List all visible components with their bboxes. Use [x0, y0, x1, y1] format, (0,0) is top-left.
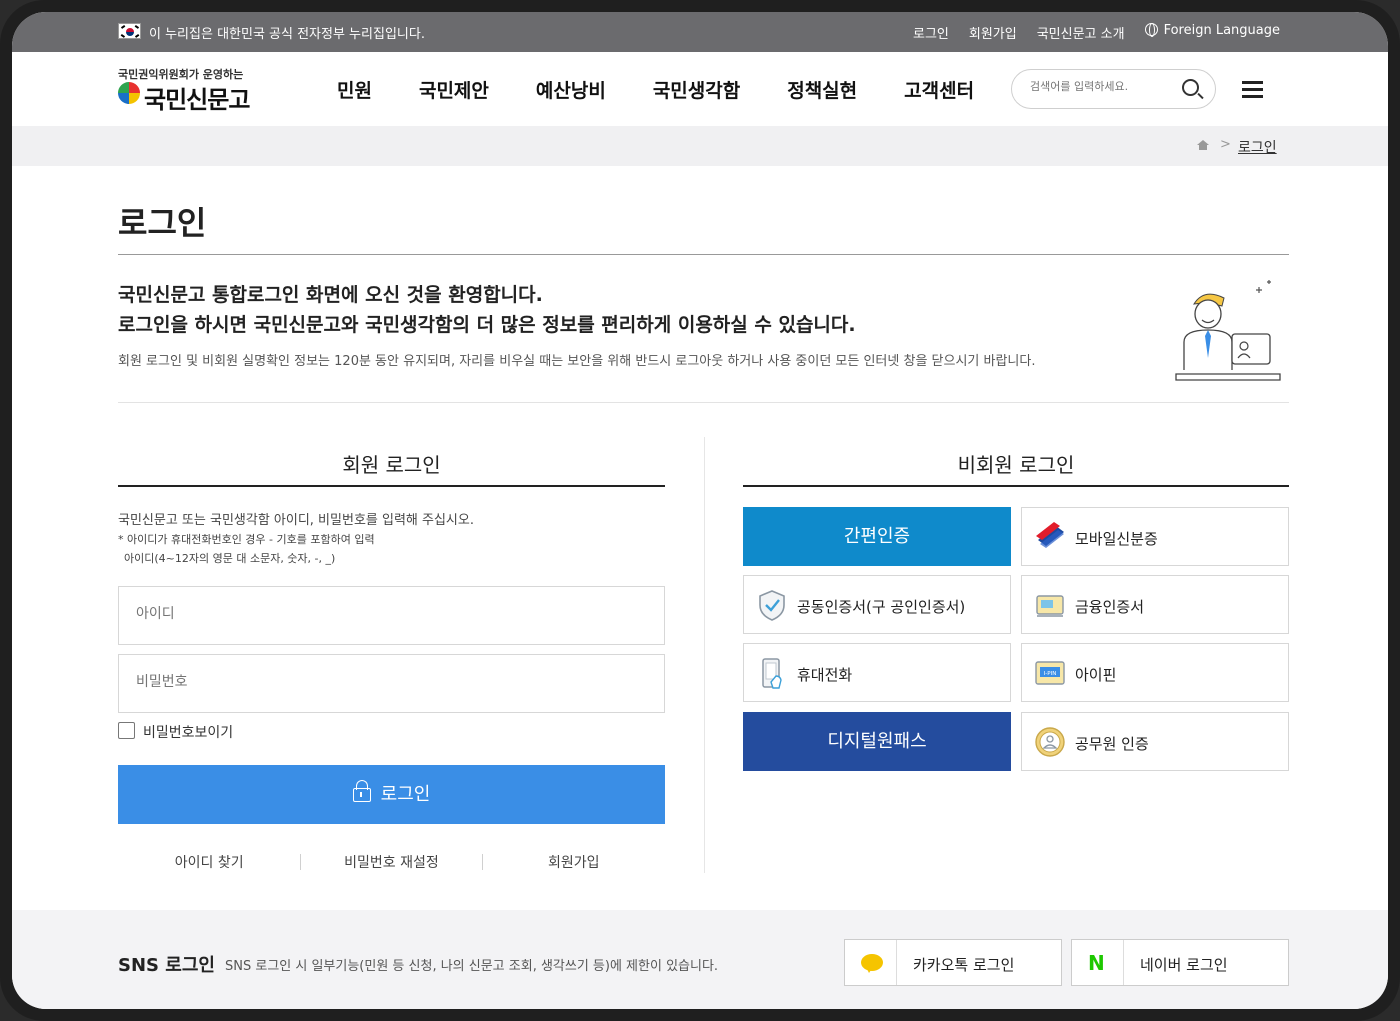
- member-login-desc: 국민신문고 또는 국민생각함 아이디, 비밀번호를 입력해 주십시오.: [118, 513, 474, 528]
- title-divider: [118, 254, 1289, 255]
- login-button-label: 로그인: [380, 784, 431, 805]
- sns-login-desc: SNS 로그인 시 일부기능(민원 등 신청, 나의 신문고 조회, 생각쓰기 …: [225, 959, 719, 974]
- gov-links: 로그인 회원가입 국민신문고 소개 Foreign Language: [913, 23, 1280, 42]
- nav-item-budget-waste[interactable]: 예산낭비: [536, 76, 606, 103]
- mobile-id-button[interactable]: 모바일신분증: [1021, 507, 1289, 566]
- digital-onepass-button[interactable]: 디지털원패스: [743, 712, 1011, 771]
- nav-item-proposal[interactable]: 국민제안: [419, 76, 489, 103]
- joint-cert-label: 공동인증서(구 공인인증서): [797, 598, 966, 616]
- top-signup-link[interactable]: 회원가입: [969, 23, 1017, 42]
- nav-item-civil-complaint[interactable]: 민원: [337, 76, 372, 103]
- globe-icon: [1144, 23, 1158, 37]
- main-nav: 민원 국민제안 예산낭비 국민생각함 정책실현 고객센터: [337, 76, 1021, 103]
- naver-icon: N: [1088, 951, 1105, 975]
- show-password-checkbox[interactable]: [118, 722, 135, 739]
- show-password-label[interactable]: 비밀번호보이기: [143, 722, 233, 742]
- welcome-line-1: 국민신문고 통합로그인 화면에 오신 것을 환영합니다.: [118, 284, 543, 306]
- session-notice: 회원 로그인 및 비회원 실명확인 정보는 120분 동안 유지되며, 자리를 …: [118, 354, 1036, 369]
- shield-check-icon: [759, 590, 785, 621]
- top-about-link[interactable]: 국민신문고 소개: [1037, 23, 1125, 42]
- financial-cert-button[interactable]: 금융인증서: [1021, 575, 1289, 634]
- account-links: 아이디 찾기 비밀번호 재설정 회원가입: [118, 852, 665, 872]
- home-icon[interactable]: [1197, 140, 1209, 150]
- breadcrumb: > 로그인: [12, 126, 1388, 166]
- official-auth-button[interactable]: 공무원 인증: [1021, 712, 1289, 771]
- hamburger-menu-icon[interactable]: [1242, 81, 1263, 98]
- info-divider: [118, 402, 1289, 403]
- search-icon[interactable]: [1182, 79, 1199, 96]
- id-field: [118, 586, 665, 645]
- ipin-label: 아이핀: [1075, 666, 1117, 684]
- search-box: [1011, 69, 1216, 109]
- sns-login-title: SNS 로그인: [118, 955, 215, 976]
- kakao-login-label: 카카오톡 로그인: [913, 956, 1015, 974]
- header: 국민권익위원회가 운영하는 국민신문고 민원 국민제안 예산낭비 국민생각함 정…: [12, 52, 1388, 126]
- top-login-link[interactable]: 로그인: [913, 23, 949, 42]
- link-separator: [300, 854, 301, 870]
- member-login-rule: [118, 485, 665, 487]
- person-at-computer-illustration: [1175, 280, 1281, 381]
- password-field: [118, 654, 665, 713]
- nonmember-login-rule: [743, 485, 1289, 487]
- reset-password-link[interactable]: 비밀번호 재설정: [300, 852, 482, 872]
- gov-official-text: 이 누리집은 대한민국 공식 전자정부 누리집입니다.: [149, 27, 425, 42]
- search-input[interactable]: [1030, 80, 1170, 93]
- mobile-id-label: 모바일신분증: [1075, 530, 1158, 548]
- breadcrumb-current[interactable]: 로그인: [1238, 137, 1277, 157]
- korea-flag-icon: [118, 23, 141, 39]
- ipin-button[interactable]: I-PIN 아이핀: [1021, 643, 1289, 702]
- kakao-login-button[interactable]: 카카오톡 로그인: [844, 939, 1062, 986]
- simple-auth-button[interactable]: 간편인증: [743, 507, 1011, 566]
- member-login-note-phone: * 아이디가 휴대전화번호인 경우 - 기호를 포함하여 입력: [118, 533, 375, 546]
- official-badge-icon: [1035, 727, 1065, 757]
- id-input[interactable]: [136, 606, 636, 622]
- naver-login-label: 네이버 로그인: [1140, 956, 1228, 974]
- phone-auth-label: 휴대전화: [797, 666, 853, 684]
- joint-cert-button[interactable]: 공동인증서(구 공인인증서): [743, 575, 1011, 634]
- page-title: 로그인: [118, 204, 207, 242]
- signup-link[interactable]: 회원가입: [483, 852, 665, 872]
- official-auth-label: 공무원 인증: [1075, 735, 1149, 753]
- sns-login-section: SNS 로그인 SNS 로그인 시 일부기능(민원 등 신청, 나의 신문고 조…: [12, 910, 1388, 1009]
- member-login-note-id-format: 아이디(4~12자의 영문 대 소문자, 숫자, -, _): [124, 552, 336, 565]
- ipin-icon-text: I-PIN: [1044, 671, 1057, 677]
- column-divider: [704, 437, 705, 873]
- link-separator: [482, 854, 483, 870]
- nonmember-login-title: 비회원 로그인: [957, 453, 1075, 477]
- kakao-icon: [861, 954, 883, 973]
- foreign-language-label: Foreign Language: [1163, 23, 1280, 38]
- screen: 이 누리집은 대한민국 공식 전자정부 누리집입니다. 로그인 회원가입 국민신…: [12, 12, 1388, 1009]
- phone-icon: [762, 658, 782, 689]
- member-login-title: 회원 로그인: [342, 453, 441, 477]
- nav-item-policy[interactable]: 정책실현: [787, 76, 857, 103]
- lock-icon: [352, 780, 371, 802]
- mobile-id-icon: [1036, 522, 1064, 548]
- naver-login-button[interactable]: N 네이버 로그인: [1071, 939, 1289, 986]
- ipin-icon: I-PIN: [1035, 661, 1065, 685]
- gov-bar: 이 누리집은 대한민국 공식 전자정부 누리집입니다. 로그인 회원가입 국민신…: [12, 12, 1388, 52]
- welcome-line-2: 로그인을 하시면 국민신문고와 국민생각함의 더 많은 정보를 편리하게 이용하…: [118, 314, 856, 336]
- breadcrumb-separator: >: [1220, 137, 1231, 152]
- financial-cert-label: 금융인증서: [1075, 598, 1145, 616]
- device-frame: 이 누리집은 대한민국 공식 전자정부 누리집입니다. 로그인 회원가입 국민신…: [0, 0, 1400, 1021]
- nav-item-opinion[interactable]: 국민생각함: [653, 76, 740, 103]
- find-id-link[interactable]: 아이디 찾기: [118, 852, 300, 872]
- phone-auth-button[interactable]: 휴대전화: [743, 643, 1011, 702]
- login-button[interactable]: 로그인: [118, 765, 665, 824]
- foreign-language-link[interactable]: Foreign Language: [1144, 23, 1280, 42]
- nav-item-customer-center[interactable]: 고객센터: [904, 76, 974, 103]
- password-input[interactable]: [136, 674, 636, 690]
- financial-cert-icon: [1036, 595, 1064, 617]
- logo-emblem-icon[interactable]: [118, 82, 140, 104]
- logo[interactable]: 국민신문고: [144, 80, 250, 115]
